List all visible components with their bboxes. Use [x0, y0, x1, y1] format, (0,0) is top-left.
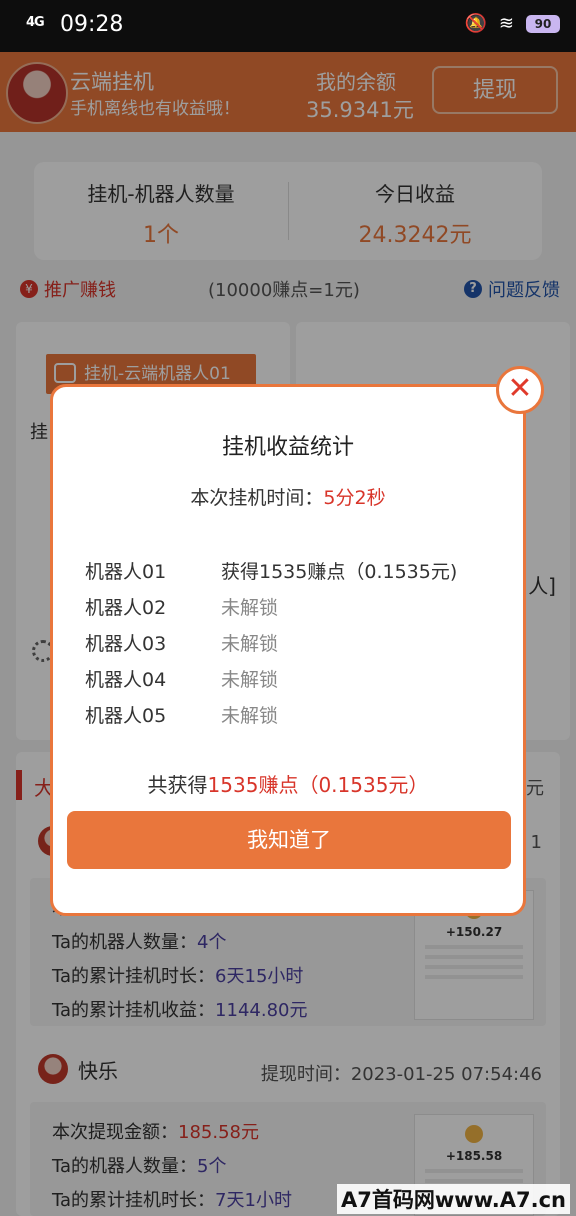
modal-title: 挂机收益统计	[221, 435, 354, 460]
robot-name: 机器人03	[85, 633, 167, 655]
robot-status: 未解锁	[221, 633, 279, 655]
status-icons: 🔕 ≋ 90	[464, 13, 560, 34]
robot-name: 机器人05	[85, 705, 167, 727]
network-indicator: 4G	[26, 15, 45, 30]
robot-status: 未解锁	[221, 705, 279, 727]
status-time: 09:28	[60, 12, 124, 37]
robot-name: 机器人01	[85, 561, 167, 583]
session-time-value: 5分2秒	[323, 487, 386, 509]
total-value: 1535赚点（0.1535元）	[207, 773, 429, 797]
close-icon[interactable]: ✕	[496, 366, 544, 414]
battery-icon: 90	[526, 14, 560, 33]
session-time: 本次挂机时间：5分2秒	[53, 483, 523, 510]
wifi-icon: ≋	[498, 13, 514, 34]
robot-status: 未解锁	[221, 597, 279, 619]
total-earned: 共获得1535赚点（0.1535元）	[53, 769, 523, 798]
session-time-label: 本次挂机时间：	[190, 487, 324, 509]
robot-name: 机器人02	[85, 597, 167, 619]
status-bar: 4G 09:28 🔕 ≋ 90	[0, 0, 576, 52]
total-label: 共获得	[147, 773, 208, 797]
confirm-button[interactable]: 我知道了	[67, 811, 511, 869]
robot-status: 未解锁	[221, 669, 279, 691]
mute-icon: 🔕	[464, 13, 487, 34]
robot-status: 获得1535赚点（0.1535元)	[221, 561, 458, 583]
earnings-stats-modal: 挂机收益统计 本次挂机时间：5分2秒 机器人01 获得1535赚点（0.1535…	[50, 384, 526, 916]
watermark-text: A7首码网www.A7.cn	[337, 1184, 570, 1214]
robot-name: 机器人04	[85, 669, 167, 691]
